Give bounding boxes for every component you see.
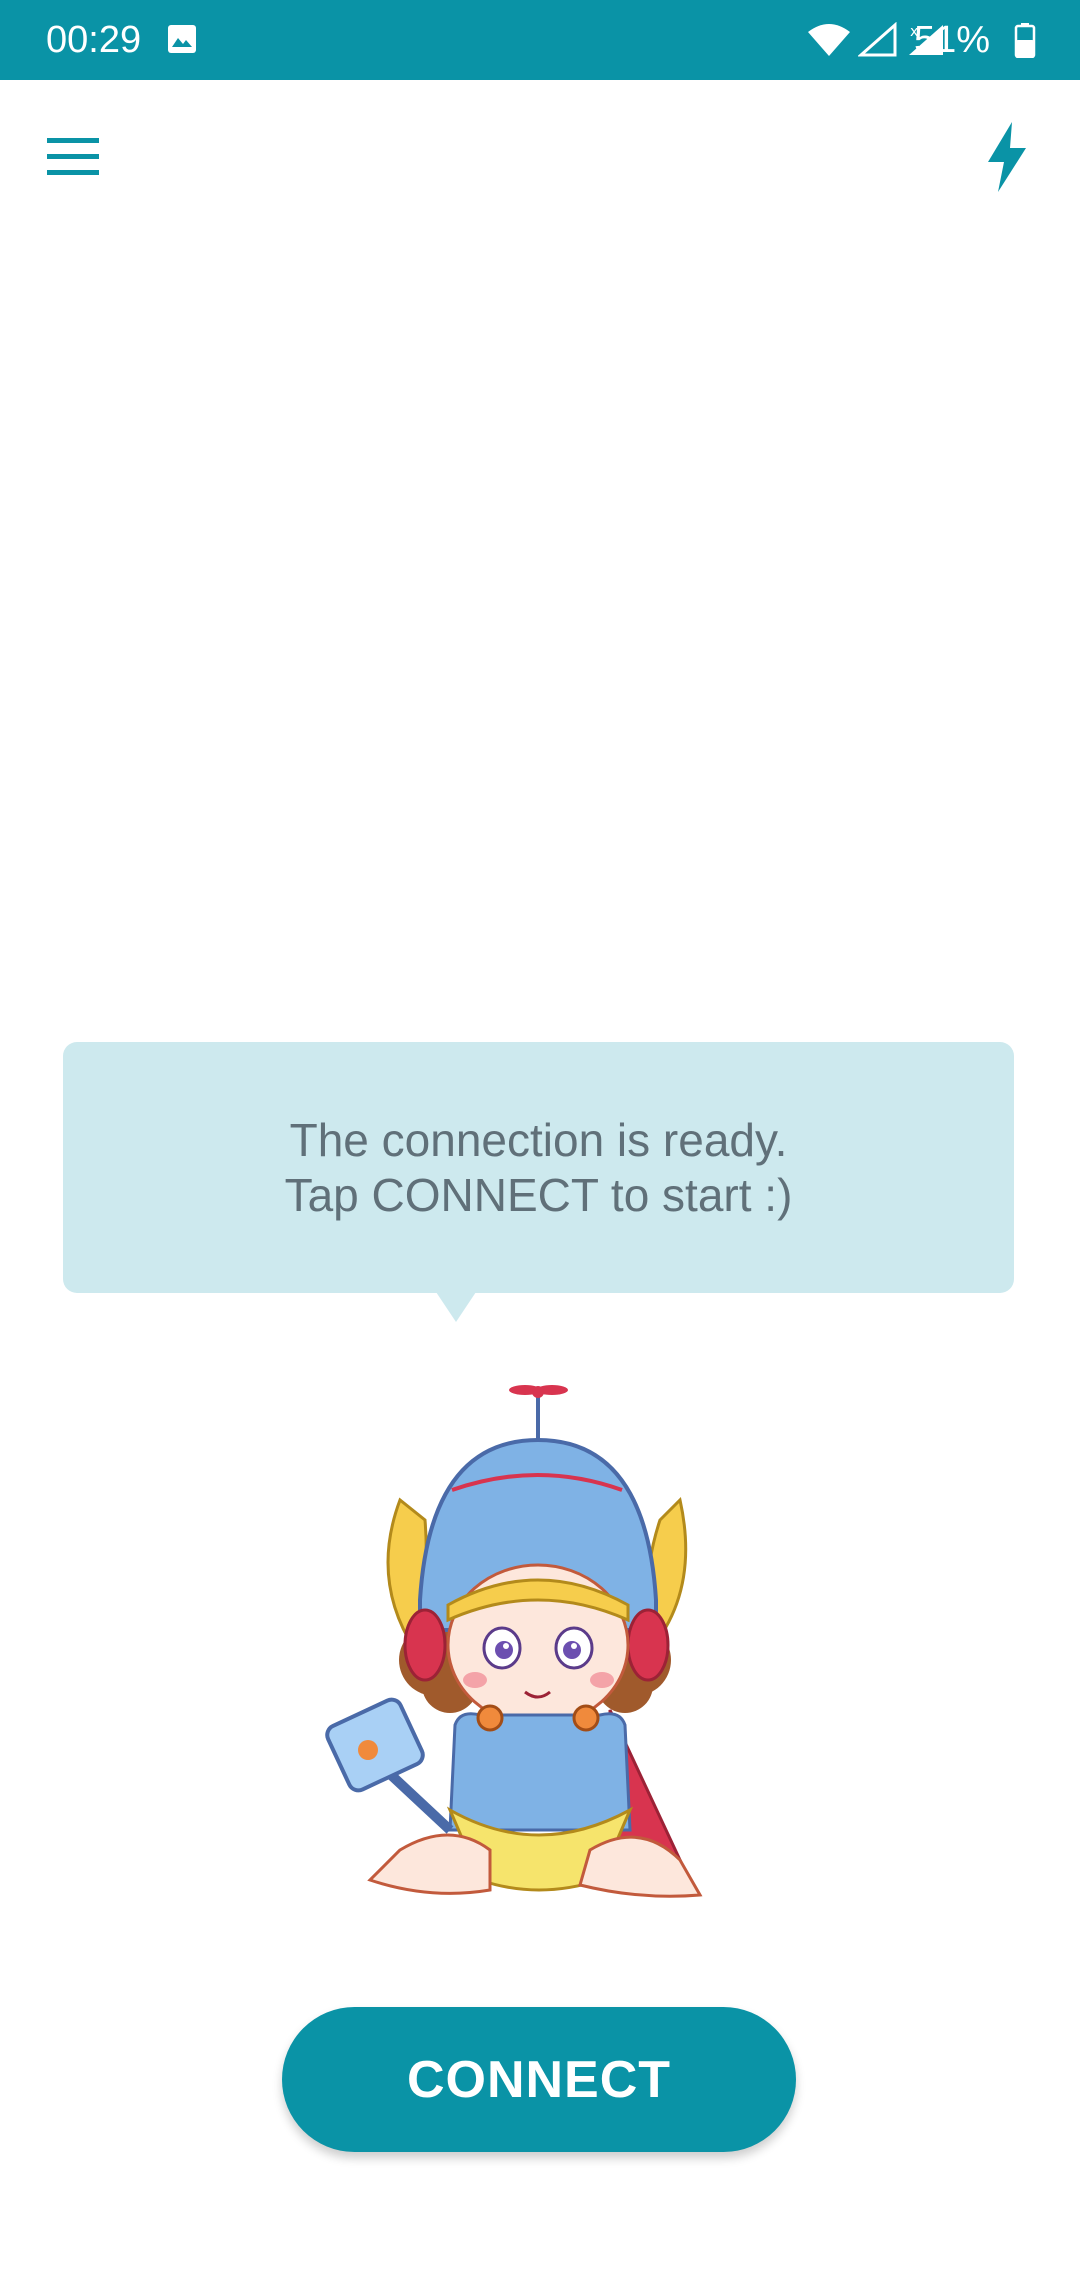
wifi-icon [808, 24, 850, 56]
battery-icon [1014, 23, 1036, 58]
boost-button[interactable] [962, 112, 1052, 202]
connect-button[interactable]: CONNECT [282, 2007, 796, 2152]
hamburger-menu-icon [47, 138, 99, 175]
mascot-illustration [325, 1385, 703, 1898]
message-line-2: Tap CONNECT to start :) [284, 1168, 793, 1221]
menu-button[interactable] [28, 112, 118, 202]
battery-percent: 51% [913, 19, 990, 61]
status-time: 00:29 [46, 19, 142, 61]
app-bar [0, 80, 1080, 225]
status-bar: 00:29 x 51% [0, 0, 1080, 80]
image-notification-icon [168, 25, 196, 53]
message-line-1: The connection is ready. [289, 1113, 788, 1166]
status-message-bubble: The connection is ready. Tap CONNECT to … [63, 1042, 1014, 1293]
lightning-bolt-icon [988, 122, 1026, 192]
signal-empty-icon [858, 22, 897, 57]
bubble-tail [432, 1286, 480, 1322]
